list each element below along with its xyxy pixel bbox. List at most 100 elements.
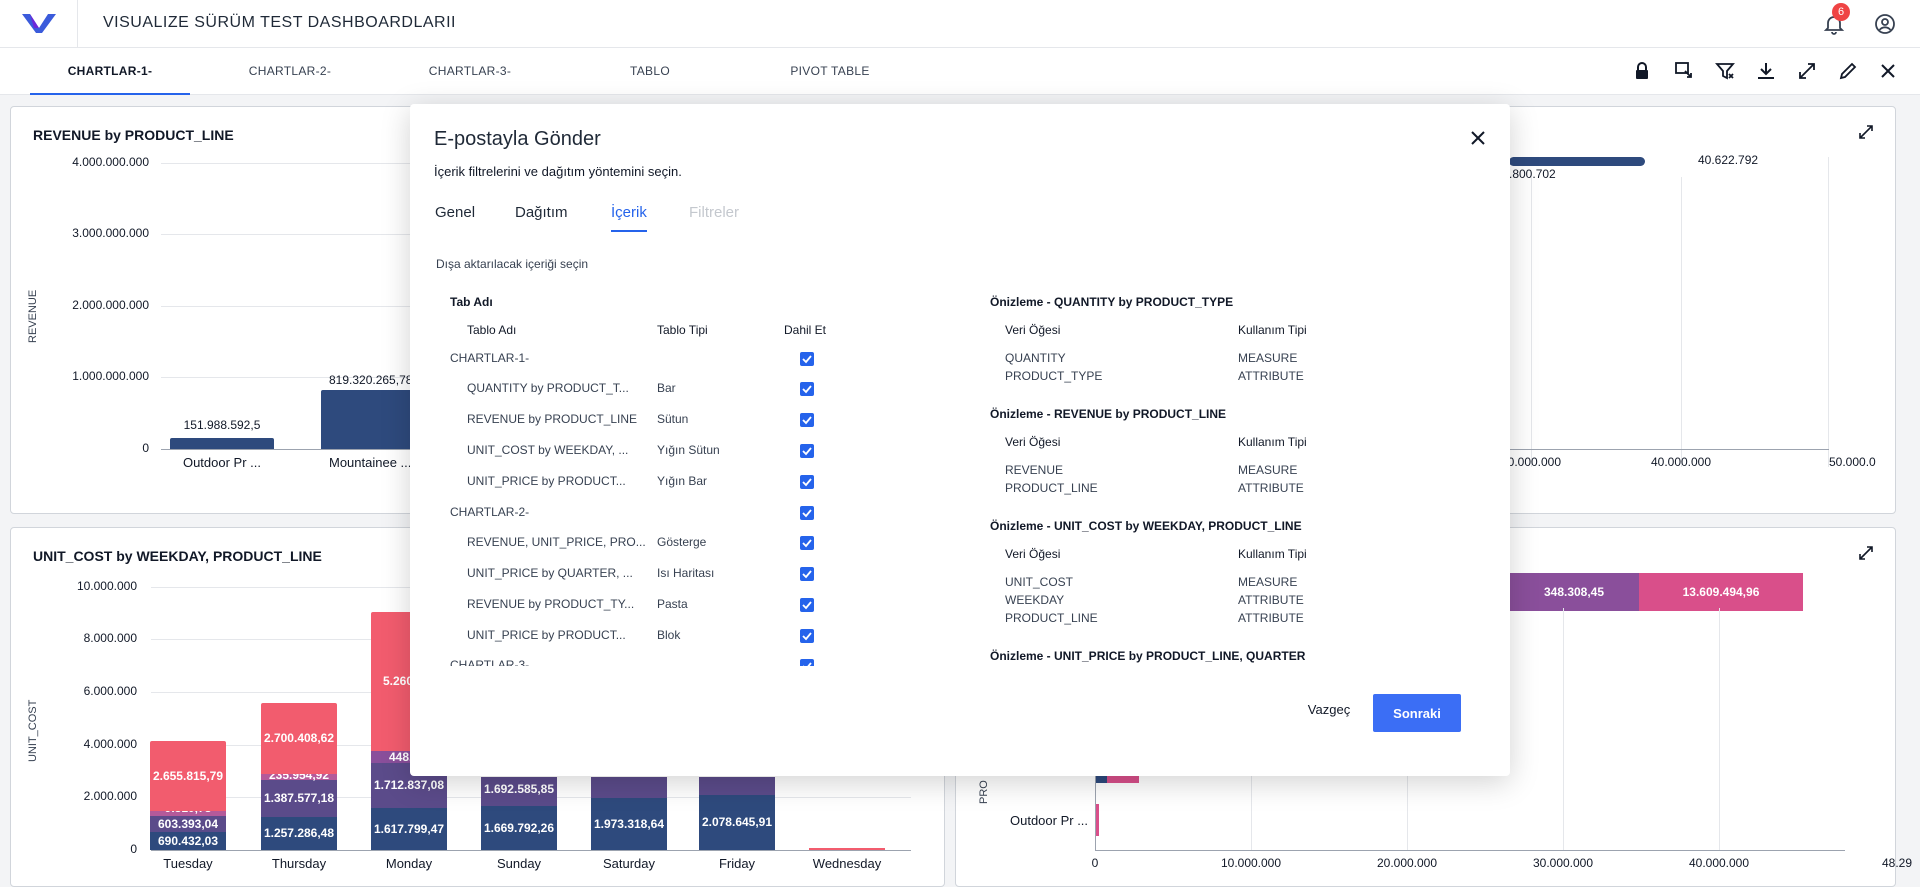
tab-tablo[interactable]: TABLO — [570, 48, 730, 95]
preview-usage-type: MEASURE — [1238, 351, 1298, 365]
bar-segment[interactable]: 13.609.494,96 — [1639, 573, 1803, 611]
lock-icon[interactable] — [1631, 60, 1653, 82]
x-tick: Mountainee ... — [329, 455, 412, 470]
x-tick: Sunday — [496, 856, 542, 871]
header-include: Dahil Et — [784, 323, 827, 337]
include-checkbox[interactable] — [800, 567, 814, 581]
bar-segment[interactable] — [699, 777, 775, 795]
section-label: Dışa aktarılacak içeriği seçin — [436, 257, 589, 271]
preview-title: Önizleme - REVENUE by PRODUCT_LINE — [990, 407, 1227, 421]
tab-chartlar-2[interactable]: CHARTLAR-2- — [210, 48, 370, 95]
tab-pivot-table[interactable]: PIVOT TABLE — [750, 48, 910, 95]
download-icon[interactable] — [1755, 60, 1777, 82]
preview-header-usage: Kullanım Tipi — [1238, 547, 1307, 561]
close-icon[interactable] — [1877, 60, 1899, 82]
include-checkbox[interactable] — [800, 444, 814, 458]
bar-segment[interactable]: 1.692.585,85 — [481, 777, 557, 806]
include-checkbox[interactable] — [800, 413, 814, 427]
bar-segment[interactable]: 2.655.815,79 — [150, 741, 226, 811]
x-tick: 48.29 — [1882, 856, 1913, 870]
preview-header-item: Veri Öğesi — [1005, 435, 1061, 449]
bar-segment[interactable] — [1095, 776, 1107, 783]
bar-segment[interactable] — [809, 848, 885, 850]
tab-group-name: CHARTLAR-1- — [450, 351, 530, 365]
y-tick: Outdoor Pr ... — [1010, 813, 1089, 828]
preview-usage-type: MEASURE — [1238, 463, 1298, 477]
top-bar: VISUALIZE SÜRÜM TEST DASHBOARDLARII 6 — [0, 0, 1920, 48]
include-checkbox[interactable] — [800, 536, 814, 550]
bar-segment[interactable]: 603.393,04 — [150, 816, 226, 832]
tab-chartlar-1[interactable]: CHARTLAR-1- — [30, 48, 190, 95]
y-tick: 0 — [130, 842, 137, 856]
expand-chart-icon[interactable] — [1857, 123, 1875, 141]
bar-segment[interactable]: 1.973.318,64 — [591, 798, 667, 850]
bar-segment[interactable]: 1.669.792,26 — [481, 806, 557, 850]
bar-segment[interactable] — [591, 777, 667, 798]
user-profile-icon[interactable] — [1873, 12, 1897, 36]
tab-chartlar-3[interactable]: CHARTLAR-3- — [390, 48, 550, 95]
bar-segment[interactable]: 1.257.286,48 — [261, 817, 337, 850]
grid-line — [1407, 773, 1408, 851]
email-send-modal: E-postayla Gönder İçerik filtrelerini ve… — [410, 104, 1510, 776]
x-tick: Monday — [385, 856, 433, 871]
select-icon[interactable] — [1673, 60, 1695, 82]
bar-segment[interactable]: 2.078.645,91 — [699, 795, 775, 850]
x-tick: Friday — [718, 856, 756, 871]
grid-line — [1719, 608, 1720, 851]
modal-tab-dagitim[interactable]: Dağıtım — [515, 204, 568, 221]
chart-title: UNIT_COST by WEEKDAY, PRODUCT_LINE — [33, 548, 322, 564]
include-checkbox[interactable] — [800, 598, 814, 612]
data-label: 40.622.792 — [1698, 153, 1759, 167]
y-axis-line — [1095, 773, 1096, 851]
preview-data-item: QUANTITY — [1005, 351, 1066, 365]
bar-segment[interactable]: 2.700.408,62 — [261, 703, 337, 774]
table-type: Yığın Sütun — [657, 443, 720, 457]
quantity-bar[interactable] — [1509, 157, 1645, 166]
x-tick: 50.000.0 — [1829, 455, 1876, 469]
bar-segment[interactable] — [1107, 776, 1139, 783]
grid-line — [1563, 608, 1564, 851]
y-tick: 1.000.000.000 — [72, 369, 149, 383]
include-checkbox[interactable] — [800, 506, 814, 520]
y-axis-label: REVENUE — [27, 289, 39, 343]
table-name: REVENUE by PRODUCT_TY... — [467, 597, 635, 611]
bar-segment[interactable]: 1.387.577,18 — [261, 780, 337, 817]
modal-tab-genel[interactable]: Genel — [435, 204, 475, 221]
edit-icon[interactable] — [1837, 60, 1859, 82]
bar-mountaineering[interactable] — [321, 390, 421, 449]
table-name: REVENUE by PRODUCT_LINE — [467, 412, 638, 426]
include-checkbox[interactable] — [800, 659, 814, 666]
preview-data-item: PRODUCT_LINE — [1005, 481, 1098, 495]
bar-segment[interactable]: 690.432,03 — [150, 832, 226, 850]
cancel-button[interactable]: Vazgeç — [1294, 690, 1364, 728]
chart-title: REVENUE by PRODUCT_LINE — [33, 127, 234, 143]
y-axis-label: PRO — [978, 780, 990, 804]
table-type: Gösterge — [657, 535, 707, 549]
grid-line — [161, 163, 421, 164]
grid-line — [1828, 157, 1829, 467]
expand-icon[interactable] — [1796, 60, 1818, 82]
bar-segment[interactable]: 348.308,45 — [1509, 573, 1639, 611]
filter-icon[interactable] — [1714, 60, 1736, 82]
modal-tab-filtreler[interactable]: Filtreler — [689, 204, 739, 221]
app-logo[interactable] — [22, 12, 56, 34]
modal-tab-icerik[interactable]: İçerik — [611, 204, 647, 232]
x-tick: Thursday — [271, 856, 327, 871]
bar-segment[interactable]: 1.617.799,47 — [371, 808, 447, 850]
content-scroll-area[interactable]: Tab Adı Tablo Adı Tablo Tipi Dahil Et CH… — [410, 280, 1510, 666]
bar-outdoor[interactable] — [170, 438, 274, 449]
next-button[interactable]: Sonraki — [1373, 694, 1461, 732]
table-name: UNIT_COST by WEEKDAY, ... — [467, 443, 629, 457]
include-checkbox[interactable] — [800, 352, 814, 366]
grid-line — [161, 234, 421, 235]
y-tick: 4.000.000 — [83, 737, 137, 751]
expand-chart-icon[interactable] — [1857, 544, 1875, 562]
close-icon[interactable] — [1468, 128, 1488, 148]
y-tick: 6.000.000 — [83, 684, 137, 698]
preview-usage-type: ATTRIBUTE — [1238, 593, 1304, 607]
include-checkbox[interactable] — [800, 475, 814, 489]
preview-usage-type: ATTRIBUTE — [1238, 369, 1304, 383]
tab-group-name: CHARTLAR-3- — [450, 658, 530, 666]
include-checkbox[interactable] — [800, 629, 814, 643]
include-checkbox[interactable] — [800, 382, 814, 396]
